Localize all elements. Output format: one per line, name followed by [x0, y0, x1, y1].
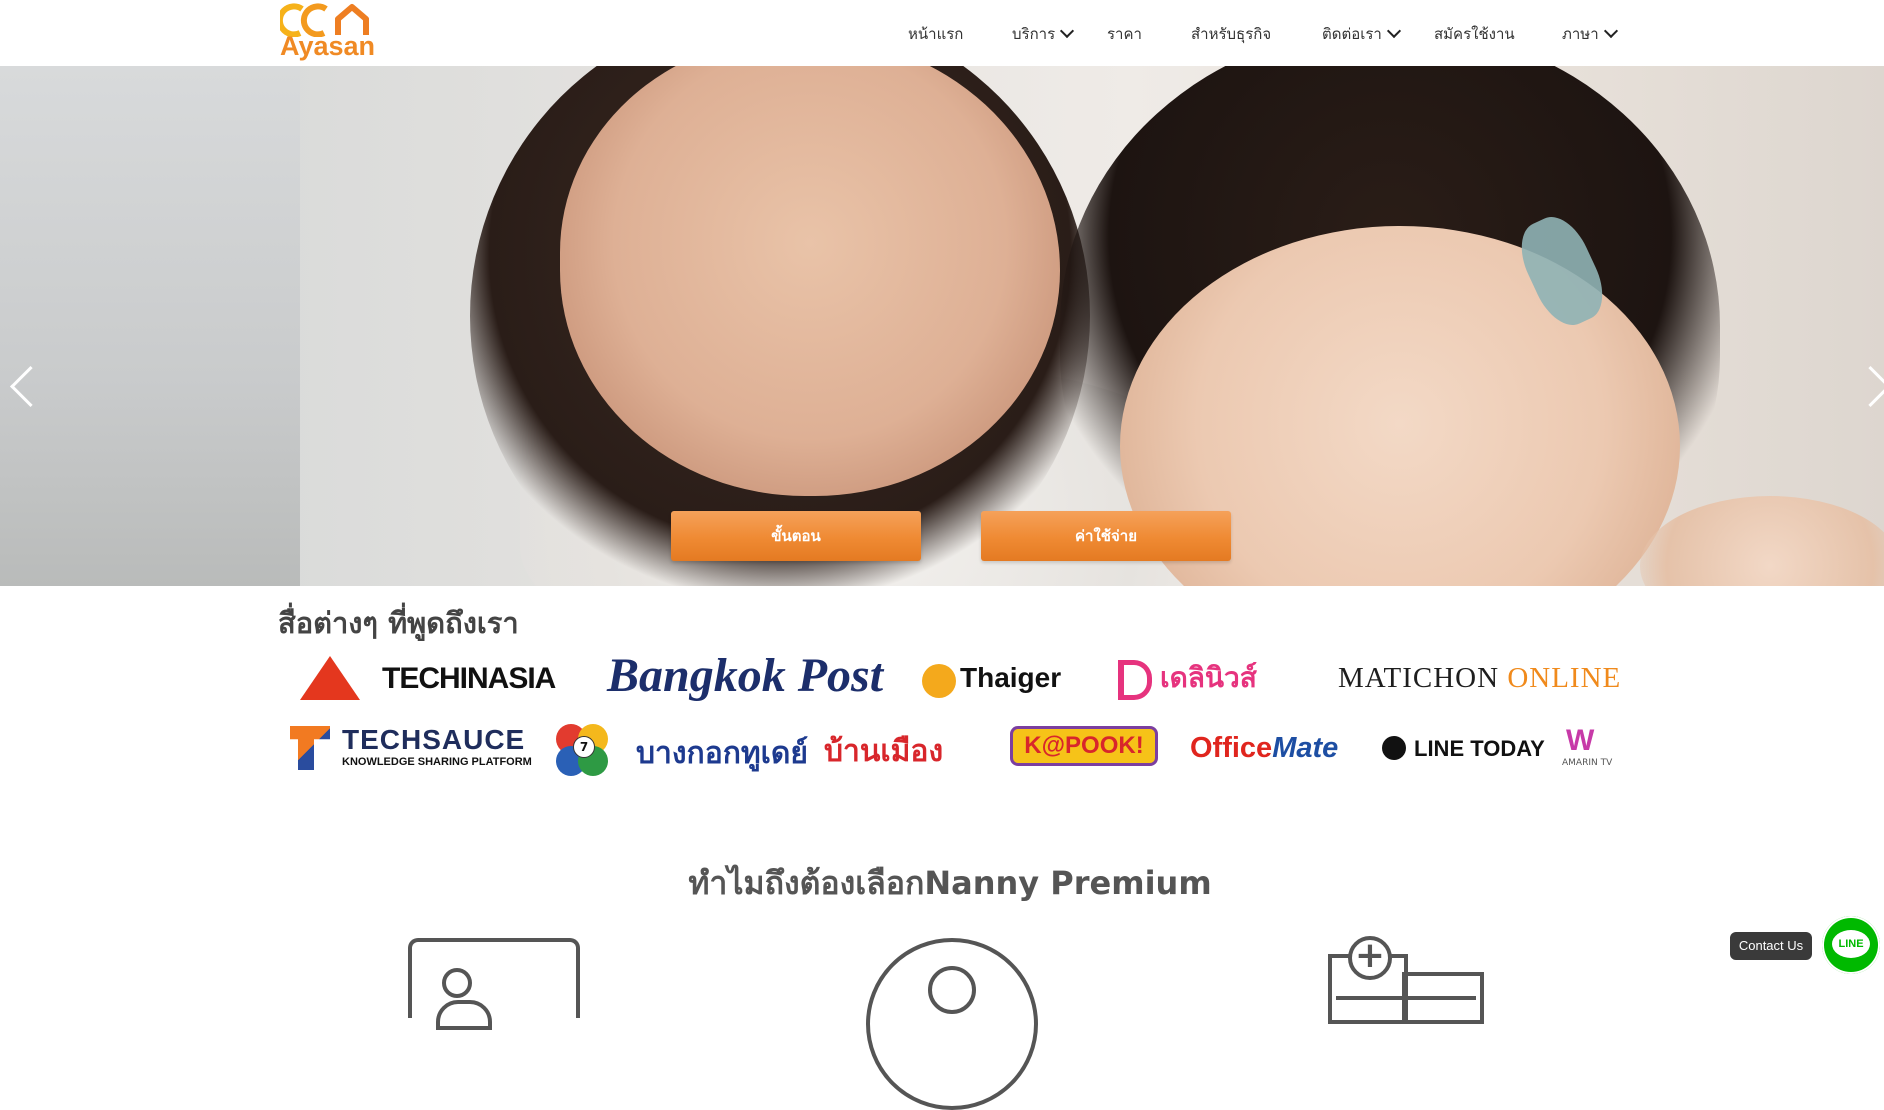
line-today-mark-icon	[1382, 736, 1406, 760]
carousel-next-arrow-icon[interactable]	[1849, 365, 1884, 408]
logo-text: Mate	[1272, 732, 1339, 764]
chevron-down-icon	[1386, 23, 1401, 39]
techsauce-mark-icon	[290, 726, 330, 770]
logo-text: TECHINASIA	[382, 662, 556, 695]
ch7-number: 7	[573, 736, 595, 758]
logo-subtext: AMARIN TV	[1562, 758, 1613, 768]
chevron-down-icon	[1603, 23, 1618, 39]
nav-item-language[interactable]: ภาษา	[1562, 22, 1618, 46]
chevron-down-icon	[1060, 23, 1075, 39]
bangkoktoday-logo[interactable]: บางกอกทูเดย์	[636, 730, 808, 777]
nav-item-contact[interactable]: ติดต่อเรา	[1322, 22, 1401, 46]
thaiger-mark-icon	[922, 664, 956, 698]
nav-item-business[interactable]: สำหรับธุรกิจ	[1191, 22, 1271, 46]
id-card-body-shape	[436, 1000, 492, 1030]
line-icon: LINE	[1832, 930, 1870, 958]
main-nav: หน้าแรก บริการ ราคา สำหรับธุรกิจ ติดต่อเ…	[0, 0, 1884, 66]
banmuang-logo[interactable]: บ้านเมือง	[824, 728, 943, 775]
id-card-icon	[408, 938, 580, 1030]
kapook-logo[interactable]: K@POOK!	[1010, 726, 1158, 766]
logo-subtext: KNOWLEDGE SHARING PLATFORM	[342, 756, 532, 768]
bangkokpost-logo[interactable]: Bangkok Post	[607, 648, 883, 703]
hero-photo-part	[1640, 496, 1884, 586]
logo-text: LINE TODAY	[1414, 736, 1545, 761]
officemate-logo[interactable]: OfficeMate	[1190, 732, 1338, 765]
medical-plus-icon: +	[1348, 936, 1392, 980]
amarin-tv-logo[interactable]: W AMARIN TV	[1562, 724, 1612, 774]
channel7-logo[interactable]: 7	[556, 724, 608, 776]
hero-background	[0, 66, 300, 586]
hero-carousel	[0, 66, 1884, 586]
hospital-floor-shape	[1336, 996, 1476, 1000]
nav-item-services[interactable]: บริการ	[1012, 22, 1075, 46]
cost-button[interactable]: ค่าใช้จ่าย	[981, 511, 1231, 561]
techinasia-mark-icon	[300, 656, 360, 700]
nav-item-label: ภาษา	[1562, 25, 1599, 43]
dailynews-mark-icon	[1118, 660, 1152, 700]
id-card-head-shape	[442, 968, 472, 998]
nav-item-label: บริการ	[1012, 25, 1056, 43]
contact-us-button[interactable]: Contact Us	[1730, 932, 1812, 960]
nav-item-pricing[interactable]: ราคา	[1107, 22, 1142, 46]
matichon-logo[interactable]: MATICHON ONLINE	[1338, 662, 1621, 695]
line-chat-button[interactable]: LINE	[1822, 916, 1880, 974]
logo-text: เดลินิวส์	[1160, 661, 1257, 694]
logo-text: ONLINE	[1507, 662, 1622, 694]
logo-text: MATICHON	[1338, 662, 1500, 694]
nav-item-signup[interactable]: สมัครใช้งาน	[1434, 22, 1515, 46]
media-section-title: สื่อต่างๆ ที่พูดถึงเรา	[278, 606, 519, 640]
logo-text: Office	[1190, 732, 1273, 764]
logo-text: TECHSAUCE	[342, 724, 526, 755]
person-profile-icon	[866, 938, 1038, 1110]
steps-button[interactable]: ขั้นตอน	[671, 511, 921, 561]
person-head-shape	[928, 966, 976, 1014]
nav-item-home[interactable]: หน้าแรก	[908, 22, 963, 46]
nav-item-label: ติดต่อเรา	[1322, 25, 1382, 43]
hero-photo-part	[560, 66, 1060, 496]
logo-text: Thaiger	[960, 662, 1062, 693]
why-section-title: ทำไมถึงต้องเลือกNanny Premium	[688, 864, 1212, 902]
hospital-icon: +	[1328, 936, 1484, 1024]
site-header: Ayasan หน้าแรก บริการ ราคา สำหรับธุรกิจ …	[0, 0, 1884, 66]
amarin-mark-icon: W	[1566, 724, 1595, 757]
